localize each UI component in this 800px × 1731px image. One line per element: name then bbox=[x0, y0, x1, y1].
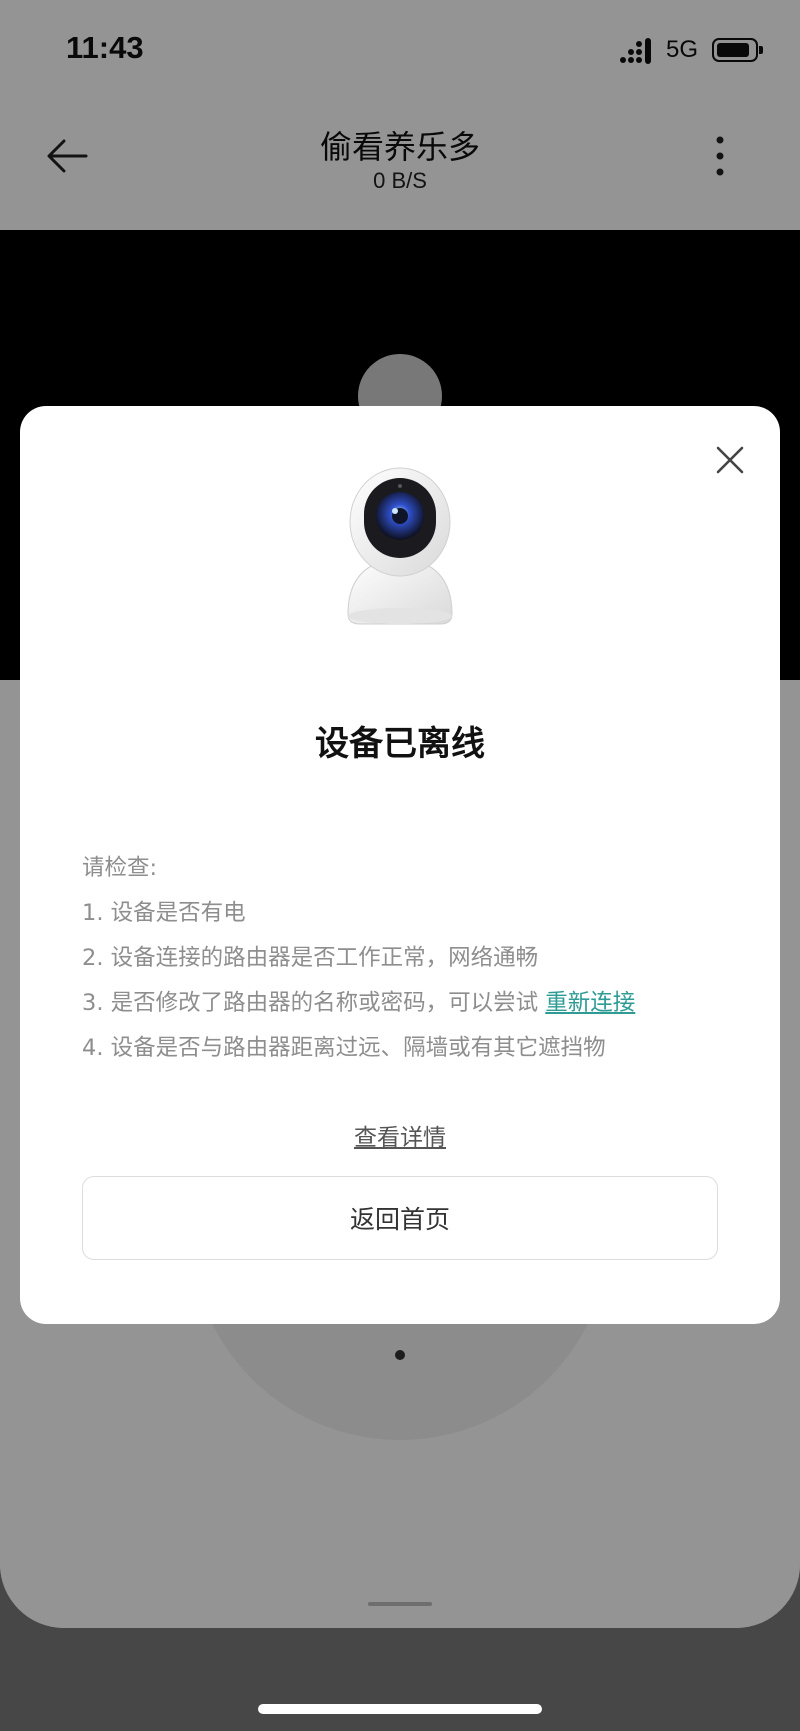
dialog-title: 设备已离线 bbox=[315, 724, 485, 764]
checklist-item-text: 3. 是否修改了路由器的名称或密码，可以尝试 bbox=[82, 990, 539, 1016]
security-camera-icon bbox=[347, 467, 453, 625]
back-to-home-button[interactable]: 返回首页 bbox=[82, 1176, 718, 1260]
checklist-item: 4. 设备是否与路由器距离过远、隔墙或有其它遮挡物 bbox=[82, 1035, 606, 1061]
system-gesture-bar[interactable] bbox=[258, 1704, 542, 1714]
checklist-heading: 请检查: bbox=[82, 855, 158, 881]
view-details-link[interactable]: 查看详情 bbox=[20, 1118, 780, 1152]
checklist-item: 1. 设备是否有电 bbox=[82, 900, 246, 926]
reconnect-link[interactable]: 重新连接 bbox=[545, 990, 635, 1016]
close-icon[interactable] bbox=[712, 442, 748, 478]
offline-dialog: 设备已离线 请检查: 1. 设备是否有电 2. 设备连接的路由器是否工作正常，网… bbox=[20, 406, 780, 1324]
checklist: 请检查: 1. 设备是否有电 2. 设备连接的路由器是否工作正常，网络通畅 3.… bbox=[82, 846, 722, 1071]
checklist-item-with-link: 3. 是否修改了路由器的名称或密码，可以尝试 重新连接 bbox=[82, 981, 722, 1026]
checklist-item: 2. 设备连接的路由器是否工作正常，网络通畅 bbox=[82, 945, 539, 971]
